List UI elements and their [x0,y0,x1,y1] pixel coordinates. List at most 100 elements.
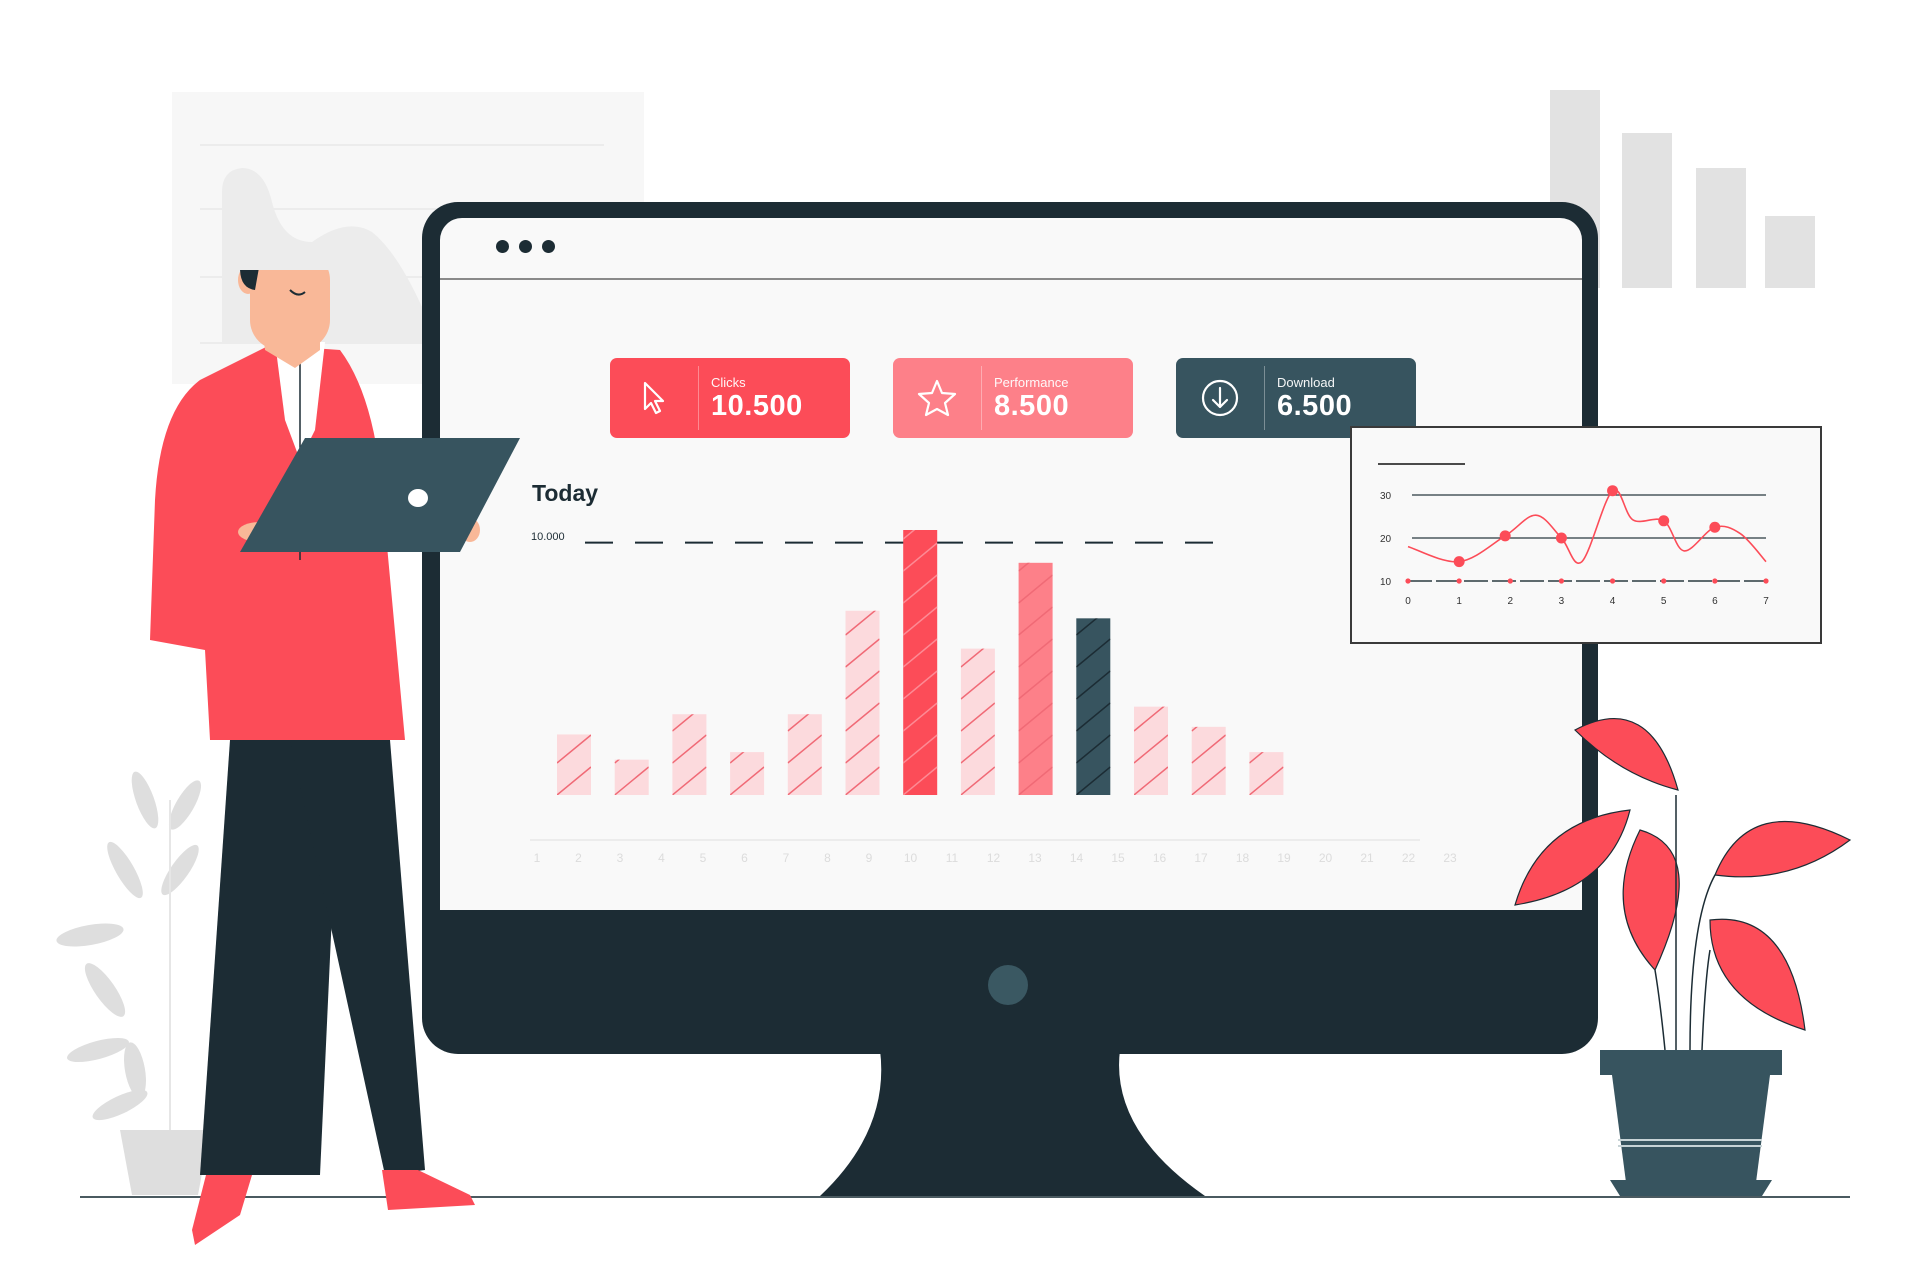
x-tick-label: 7 [783,851,790,865]
bar-rect [614,759,649,795]
y-tick-label: 10 [1380,577,1392,588]
x-axis-dot [1405,578,1411,584]
bar [1076,575,1111,796]
x-axis-dot [1661,578,1667,584]
bg-bar [1622,133,1672,288]
data-point [1709,521,1721,533]
bar [903,530,938,795]
data-point [1453,556,1465,568]
monitor-camera [988,965,1028,1005]
bar [557,671,591,796]
plant-pot [1612,1075,1770,1190]
plant-leaf [1622,829,1680,972]
x-tick-label: 4 [1610,596,1616,607]
bar-hatch [846,575,880,603]
x-tick-label: 3 [1559,596,1565,607]
x-axis-dot [1558,578,1565,584]
monitor-stand [820,1050,1205,1196]
star-icon [893,366,982,430]
bar-hatch [1249,703,1283,731]
x-tick-label: 14 [1070,851,1084,865]
bar-hatch [614,759,620,764]
stat-card-performance[interactable]: Performance 8.500 [893,358,1133,438]
bar-hatch [846,543,880,571]
cursor-icon [610,366,699,430]
data-point [1555,532,1567,544]
x-tick-label: 7 [1763,596,1769,607]
bar [1018,511,1053,795]
x-tick-label: 2 [1508,596,1514,607]
bar-hatch [557,703,591,731]
x-tick-label: 22 [1402,851,1416,865]
x-tick-label: 15 [1111,851,1125,865]
x-axis-dot [1456,578,1462,584]
bar-hatch [730,703,764,731]
x-tick-label: 6 [1712,596,1718,607]
plant-leaf [1514,809,1631,906]
bar-hatch [1191,726,1198,732]
y-tick-label: 30 [1380,491,1392,502]
stat-card-clicks[interactable]: Clicks 10.500 [610,358,850,438]
plant-pot-rim [1600,1050,1782,1075]
bar-rect [1191,726,1226,795]
window-dot[interactable] [542,240,555,253]
bar [1191,726,1226,796]
x-tick-label: 17 [1194,851,1208,865]
bar-hatch [557,671,591,699]
window-header-divider [440,278,1582,280]
person-illustration [150,270,520,1245]
plant-leaf [1574,718,1679,791]
potted-plant-illustration [1514,718,1852,1196]
x-tick-label: 4 [658,851,665,865]
x-tick-label: 3 [617,851,624,865]
bar-hatch [1134,639,1168,667]
x-tick-label: 0 [1405,596,1411,607]
bar-rect [557,734,591,795]
data-point [1607,485,1619,497]
bar-hatch [615,703,649,731]
x-tick-label: 9 [866,851,873,865]
x-axis-dot [1763,578,1769,584]
x-tick-label: 23 [1443,851,1457,865]
stat-value: 8.500 [994,389,1070,422]
x-tick-label: 12 [987,851,1001,865]
x-tick-label: 1 [1456,596,1462,607]
x-tick-label: 21 [1360,851,1374,865]
bar [730,703,765,796]
bar-hatch [1076,575,1110,603]
bar-hatch [672,671,706,699]
bar [787,714,822,795]
window-dot[interactable] [496,240,509,253]
x-axis-dot [1609,578,1616,584]
x-tick-label: 19 [1277,851,1291,865]
person-shoe [192,1175,252,1245]
stat-label: Download [1277,374,1335,390]
bar-rect [845,610,880,795]
bar-chart: 1 2 3 4 5 6 7 8 9 10 11 12 13 14 15 16 17 18 19 20 21 22 23 [530,511,1457,865]
plant-leaf [1709,918,1806,1031]
data-point [1658,515,1670,527]
line-chart: 10 20 30 0 1 2 3 4 5 6 7 [1378,463,1769,607]
bar-hatch [961,607,995,635]
stat-value: 10.500 [711,389,803,422]
x-tick-label: 5 [1661,596,1667,607]
x-tick-label: 13 [1028,851,1042,865]
x-tick-label: 6 [741,851,748,865]
stat-label: Performance [994,374,1069,390]
bar-hatch [1019,511,1053,539]
bar [1249,703,1284,796]
bar-rect [960,648,995,795]
bar [1134,639,1168,796]
bg-bar [1765,216,1815,288]
x-tick-label: 16 [1153,851,1167,865]
y-tick-label: 20 [1380,534,1392,545]
x-tick-label: 10 [904,851,918,865]
x-tick-label: 11 [946,851,959,865]
x-tick-label: 2 [575,851,582,865]
person-face [250,270,330,350]
laptop-logo [408,489,428,507]
stat-label: Clicks [711,374,746,390]
bar-hatch [1134,671,1168,699]
x-tick-label: 8 [824,851,831,865]
window-dot[interactable] [519,240,532,253]
